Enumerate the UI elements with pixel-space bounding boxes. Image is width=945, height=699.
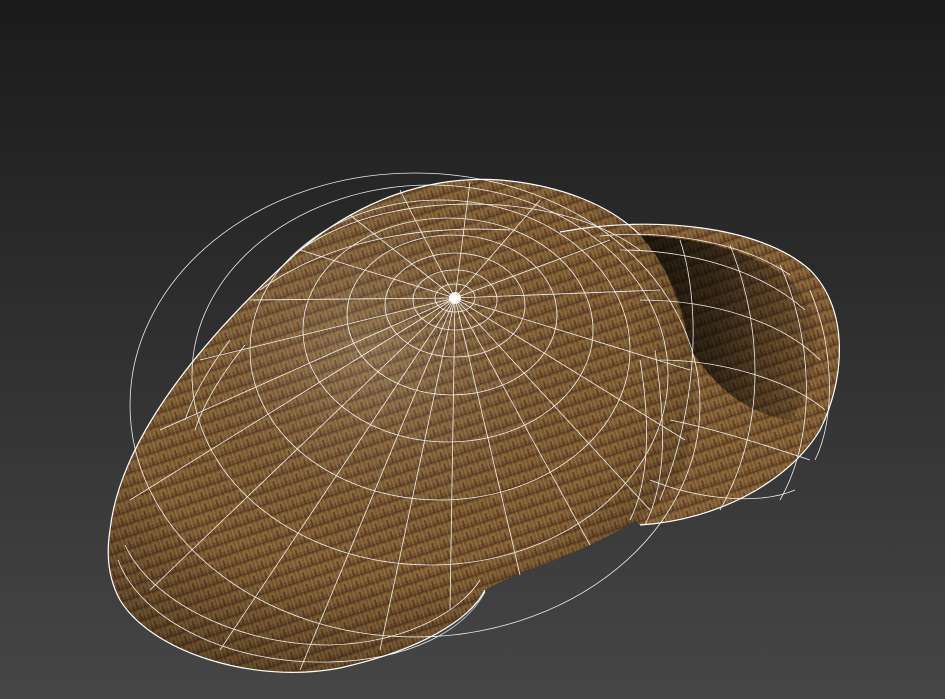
3d-viewport[interactable] bbox=[0, 0, 945, 699]
crown-pole-highlight bbox=[449, 292, 461, 304]
hat-model-render[interactable] bbox=[0, 0, 945, 699]
